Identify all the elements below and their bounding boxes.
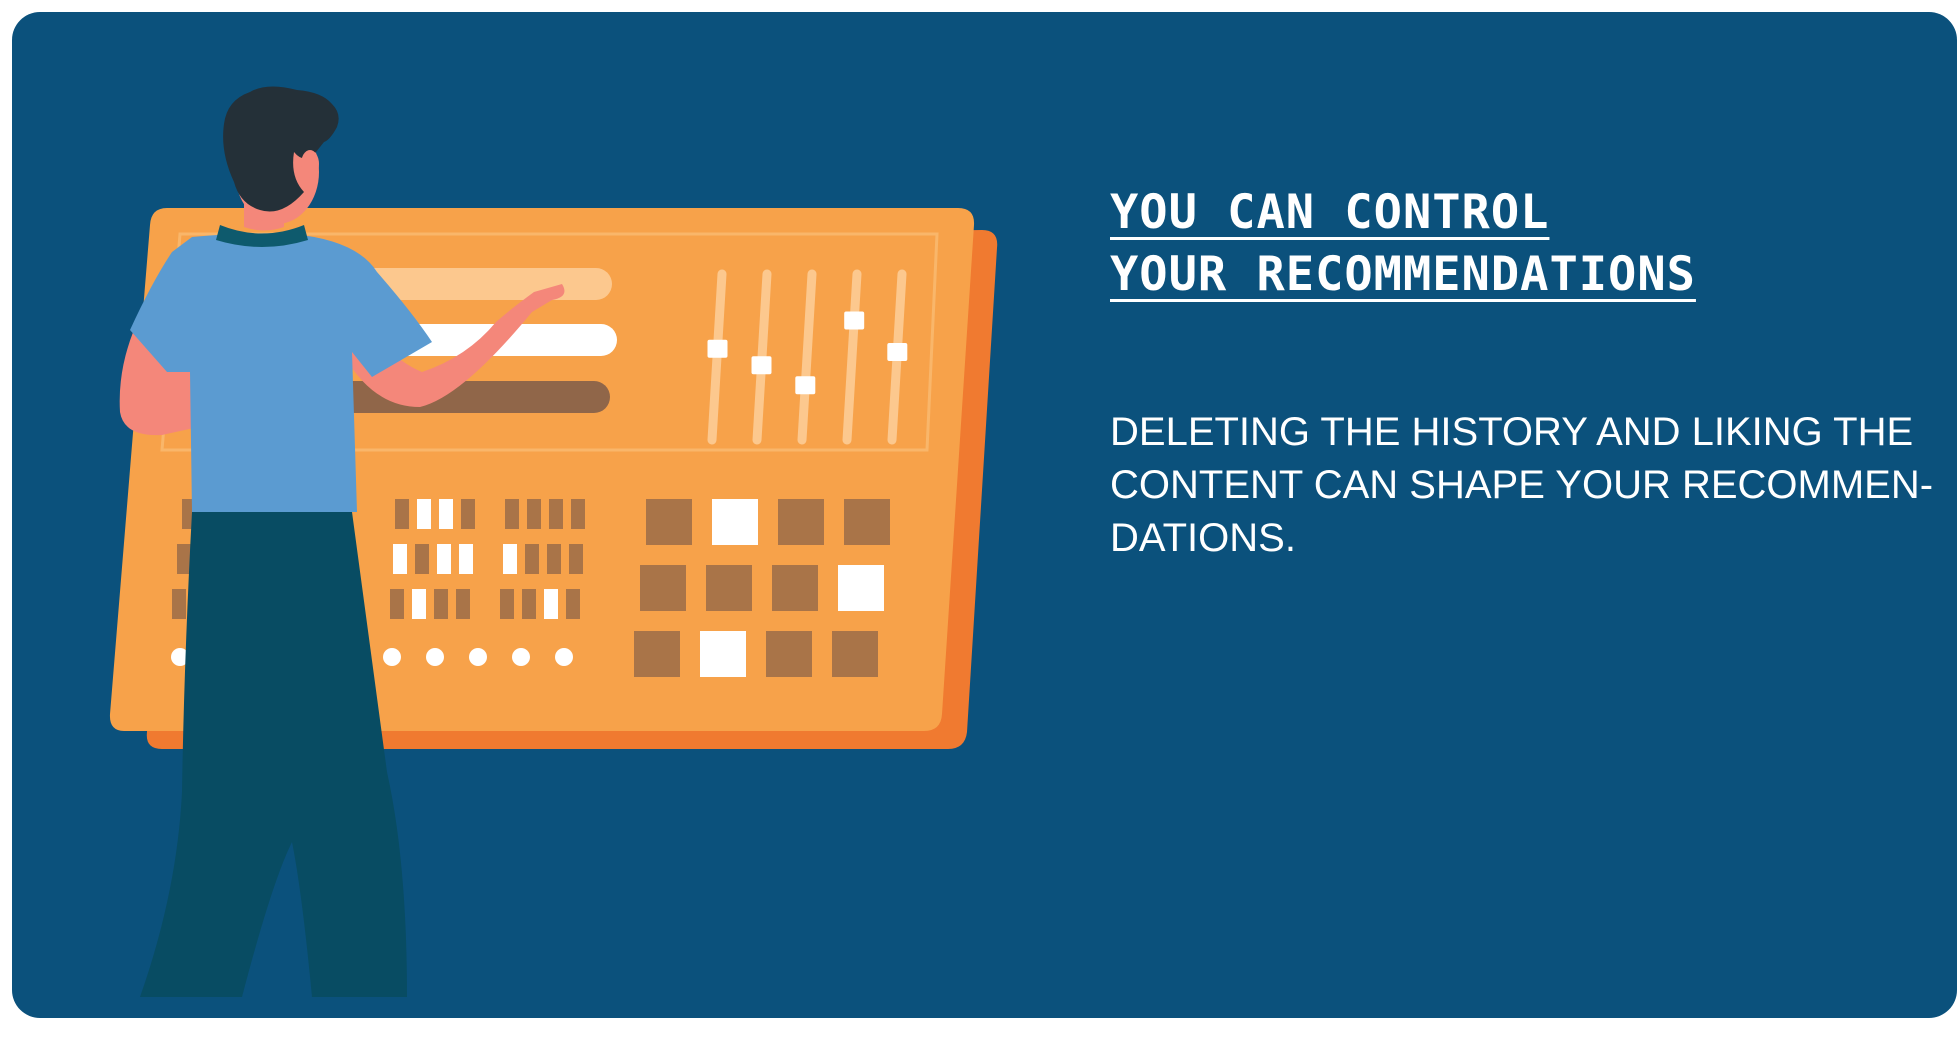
body-text: DELETING THE HISTORY AND LIKING THE CONT… <box>1110 406 1934 565</box>
slider-knob <box>707 339 728 358</box>
slide-card: YOU CAN CONTROL YOUR RECOMMENDATIONS DEL… <box>12 12 1957 1018</box>
slider-knob <box>887 343 908 362</box>
body-line-2: CONTENT CAN SHAPE YOUR RECOMMEN- <box>1110 463 1934 507</box>
ear <box>301 150 319 178</box>
headline-line-2: YOUR RECOMMENDATIONS <box>1110 247 1696 302</box>
control-panel-illustration <box>109 86 998 997</box>
headline: YOU CAN CONTROL YOUR RECOMMENDATIONS <box>1110 182 1910 306</box>
slider-knob <box>844 311 865 330</box>
body-line-3: DATIONS. <box>1110 516 1296 560</box>
headline-line-1: YOU CAN CONTROL <box>1110 185 1550 240</box>
slider-knob <box>795 376 816 395</box>
bar-brown <box>312 381 610 413</box>
text-block: YOU CAN CONTROL YOUR RECOMMENDATIONS DEL… <box>1110 182 1934 565</box>
hair <box>223 86 339 212</box>
body-line-1: DELETING THE HISTORY AND LIKING THE <box>1110 410 1914 454</box>
slider-knob <box>751 356 772 375</box>
